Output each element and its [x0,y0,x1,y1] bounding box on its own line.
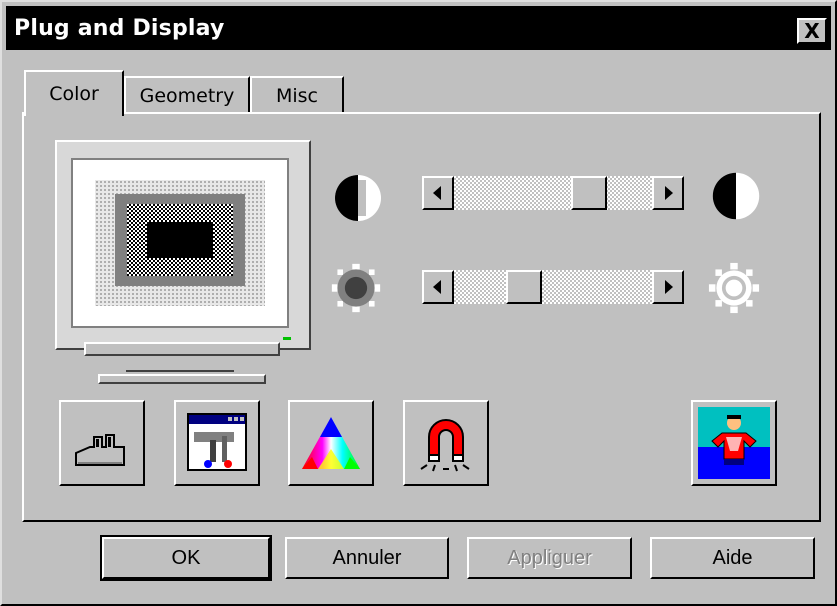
monitor-base [98,374,266,384]
brightness-right-arrow[interactable] [652,270,684,304]
brightness-track[interactable] [454,270,652,304]
brightness-thumb[interactable] [505,270,542,304]
contrast-slider[interactable] [422,176,684,210]
window-title: Plug and Display [14,16,225,41]
magnet-icon [420,419,470,472]
title-bar: Plug and Display X [6,6,831,50]
degauss-button[interactable] [403,400,489,486]
window-tools-icon [187,413,247,471]
tab-misc[interactable]: Misc [250,76,344,114]
color-triangle-icon [302,417,360,469]
tab-color-label: Color [49,83,99,105]
brightness-high-icon [708,262,760,314]
help-button[interactable]: Aide [650,537,815,579]
cancel-button[interactable]: Annuler [285,537,449,579]
power-led [283,337,291,340]
contrast-left-arrow[interactable] [422,176,454,210]
apply-button[interactable]: Appliguer [467,537,632,579]
contrast-right-arrow[interactable] [652,176,684,210]
window-tools-button[interactable] [174,400,260,486]
tab-misc-label: Misc [275,85,319,107]
arrow-left-icon [433,186,441,200]
ok-button[interactable]: OK [100,535,272,581]
color-triangle-button[interactable] [288,400,374,486]
arrow-left-icon [433,280,441,294]
contrast-track[interactable] [454,176,652,210]
brightness-left-arrow[interactable] [422,270,454,304]
factory-icon [75,434,125,466]
active-tab-joint [26,110,122,116]
brightness-slider[interactable] [422,270,684,304]
arrow-right-icon [665,186,673,200]
monitor-icon [55,140,311,350]
tab-geometry[interactable]: Geometry [124,76,250,114]
contrast-low-icon [335,175,381,221]
factory-settings-button[interactable] [59,400,145,486]
brightness-low-icon [331,263,381,313]
superhero-button[interactable] [691,400,777,486]
contrast-thumb[interactable] [570,176,607,210]
tab-geometry-label: Geometry [139,85,235,107]
close-button[interactable]: X [797,18,827,44]
contrast-high-icon [712,172,760,220]
monitor-base-top [84,342,280,356]
arrow-right-icon [665,280,673,294]
superhero-icon [698,407,770,479]
monitor-neck [126,356,234,372]
monitor-screen [71,158,289,328]
